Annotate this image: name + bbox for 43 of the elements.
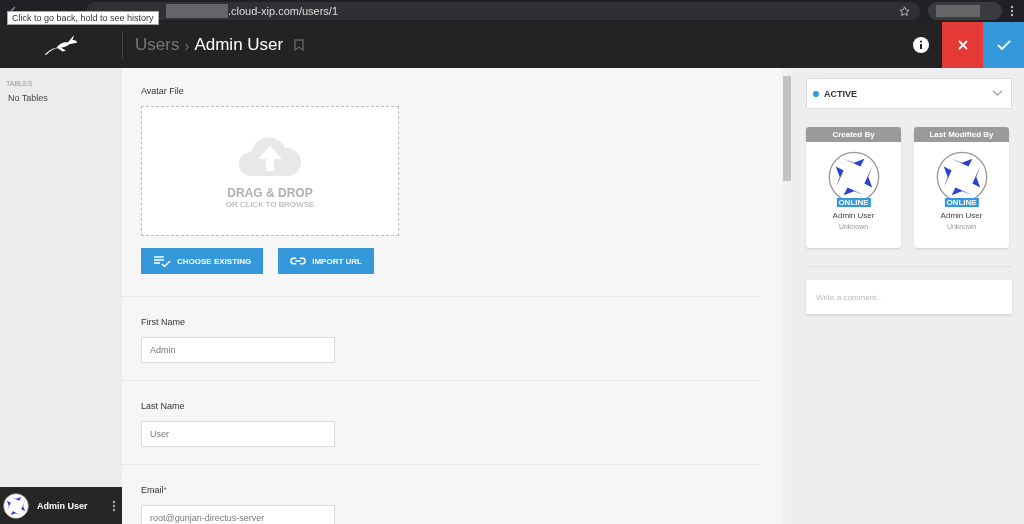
drop-subtitle: OR CLICK TO BROWSE — [225, 199, 315, 209]
user-name: Admin User — [37, 500, 89, 511]
user-name: Admin User — [940, 211, 983, 220]
menu-icon[interactable] — [1010, 5, 1014, 17]
info-icon[interactable] — [913, 37, 929, 53]
check-icon — [996, 39, 1011, 51]
user-bar[interactable]: Admin User — [0, 487, 122, 524]
online-badge: ONLINE — [944, 198, 979, 207]
choose-existing-button[interactable]: CHOOSE EXISTING — [141, 248, 264, 274]
chevron-down-icon — [992, 90, 1003, 97]
more-icon[interactable] — [112, 499, 116, 512]
url-text: .cloud-xip.com/users/1 — [228, 5, 339, 17]
link-icon — [290, 256, 307, 266]
input-field[interactable]: User — [141, 421, 335, 447]
scrollbar[interactable] — [782, 68, 792, 524]
profile-chip[interactable] — [928, 2, 1002, 20]
close-button[interactable] — [942, 22, 983, 68]
online-badge: ONLINE — [836, 198, 871, 207]
redacted-block — [166, 4, 228, 18]
card-title: Last Modified By — [914, 127, 1009, 142]
close-icon — [956, 39, 969, 51]
user-name: Admin User — [832, 211, 875, 220]
field-label: First Name — [141, 317, 186, 327]
star-icon[interactable] — [899, 5, 910, 17]
bookmark-icon[interactable] — [294, 39, 305, 51]
field-label: Email* — [141, 485, 169, 495]
input-field[interactable]: root@gunjan-directus-server — [141, 505, 335, 524]
import-url-button[interactable]: IMPORT URL — [278, 248, 374, 274]
drop-title: DRAG & DROP — [227, 185, 313, 200]
page-title: Admin User — [194, 35, 284, 55]
drop-zone[interactable]: DRAG & DROP OR CLICK TO BROWSE — [141, 106, 399, 236]
card-title: Created By — [806, 127, 901, 142]
field-label: Avatar File — [141, 86, 185, 96]
tooltip: Click to go back, hold to see history — [7, 11, 159, 25]
field-label: Last Name — [141, 401, 186, 411]
avatar-icon — [3, 492, 29, 519]
status-dropdown[interactable]: ACTIVE — [806, 78, 1012, 109]
list-check-icon — [153, 255, 171, 267]
breadcrumb-separator: › — [184, 36, 190, 54]
breadcrumb-link[interactable]: Users — [135, 35, 180, 55]
empty-message: No Tables — [7, 92, 49, 103]
rabbit-logo-icon[interactable] — [43, 33, 79, 57]
input-field[interactable]: Admin — [141, 337, 335, 363]
